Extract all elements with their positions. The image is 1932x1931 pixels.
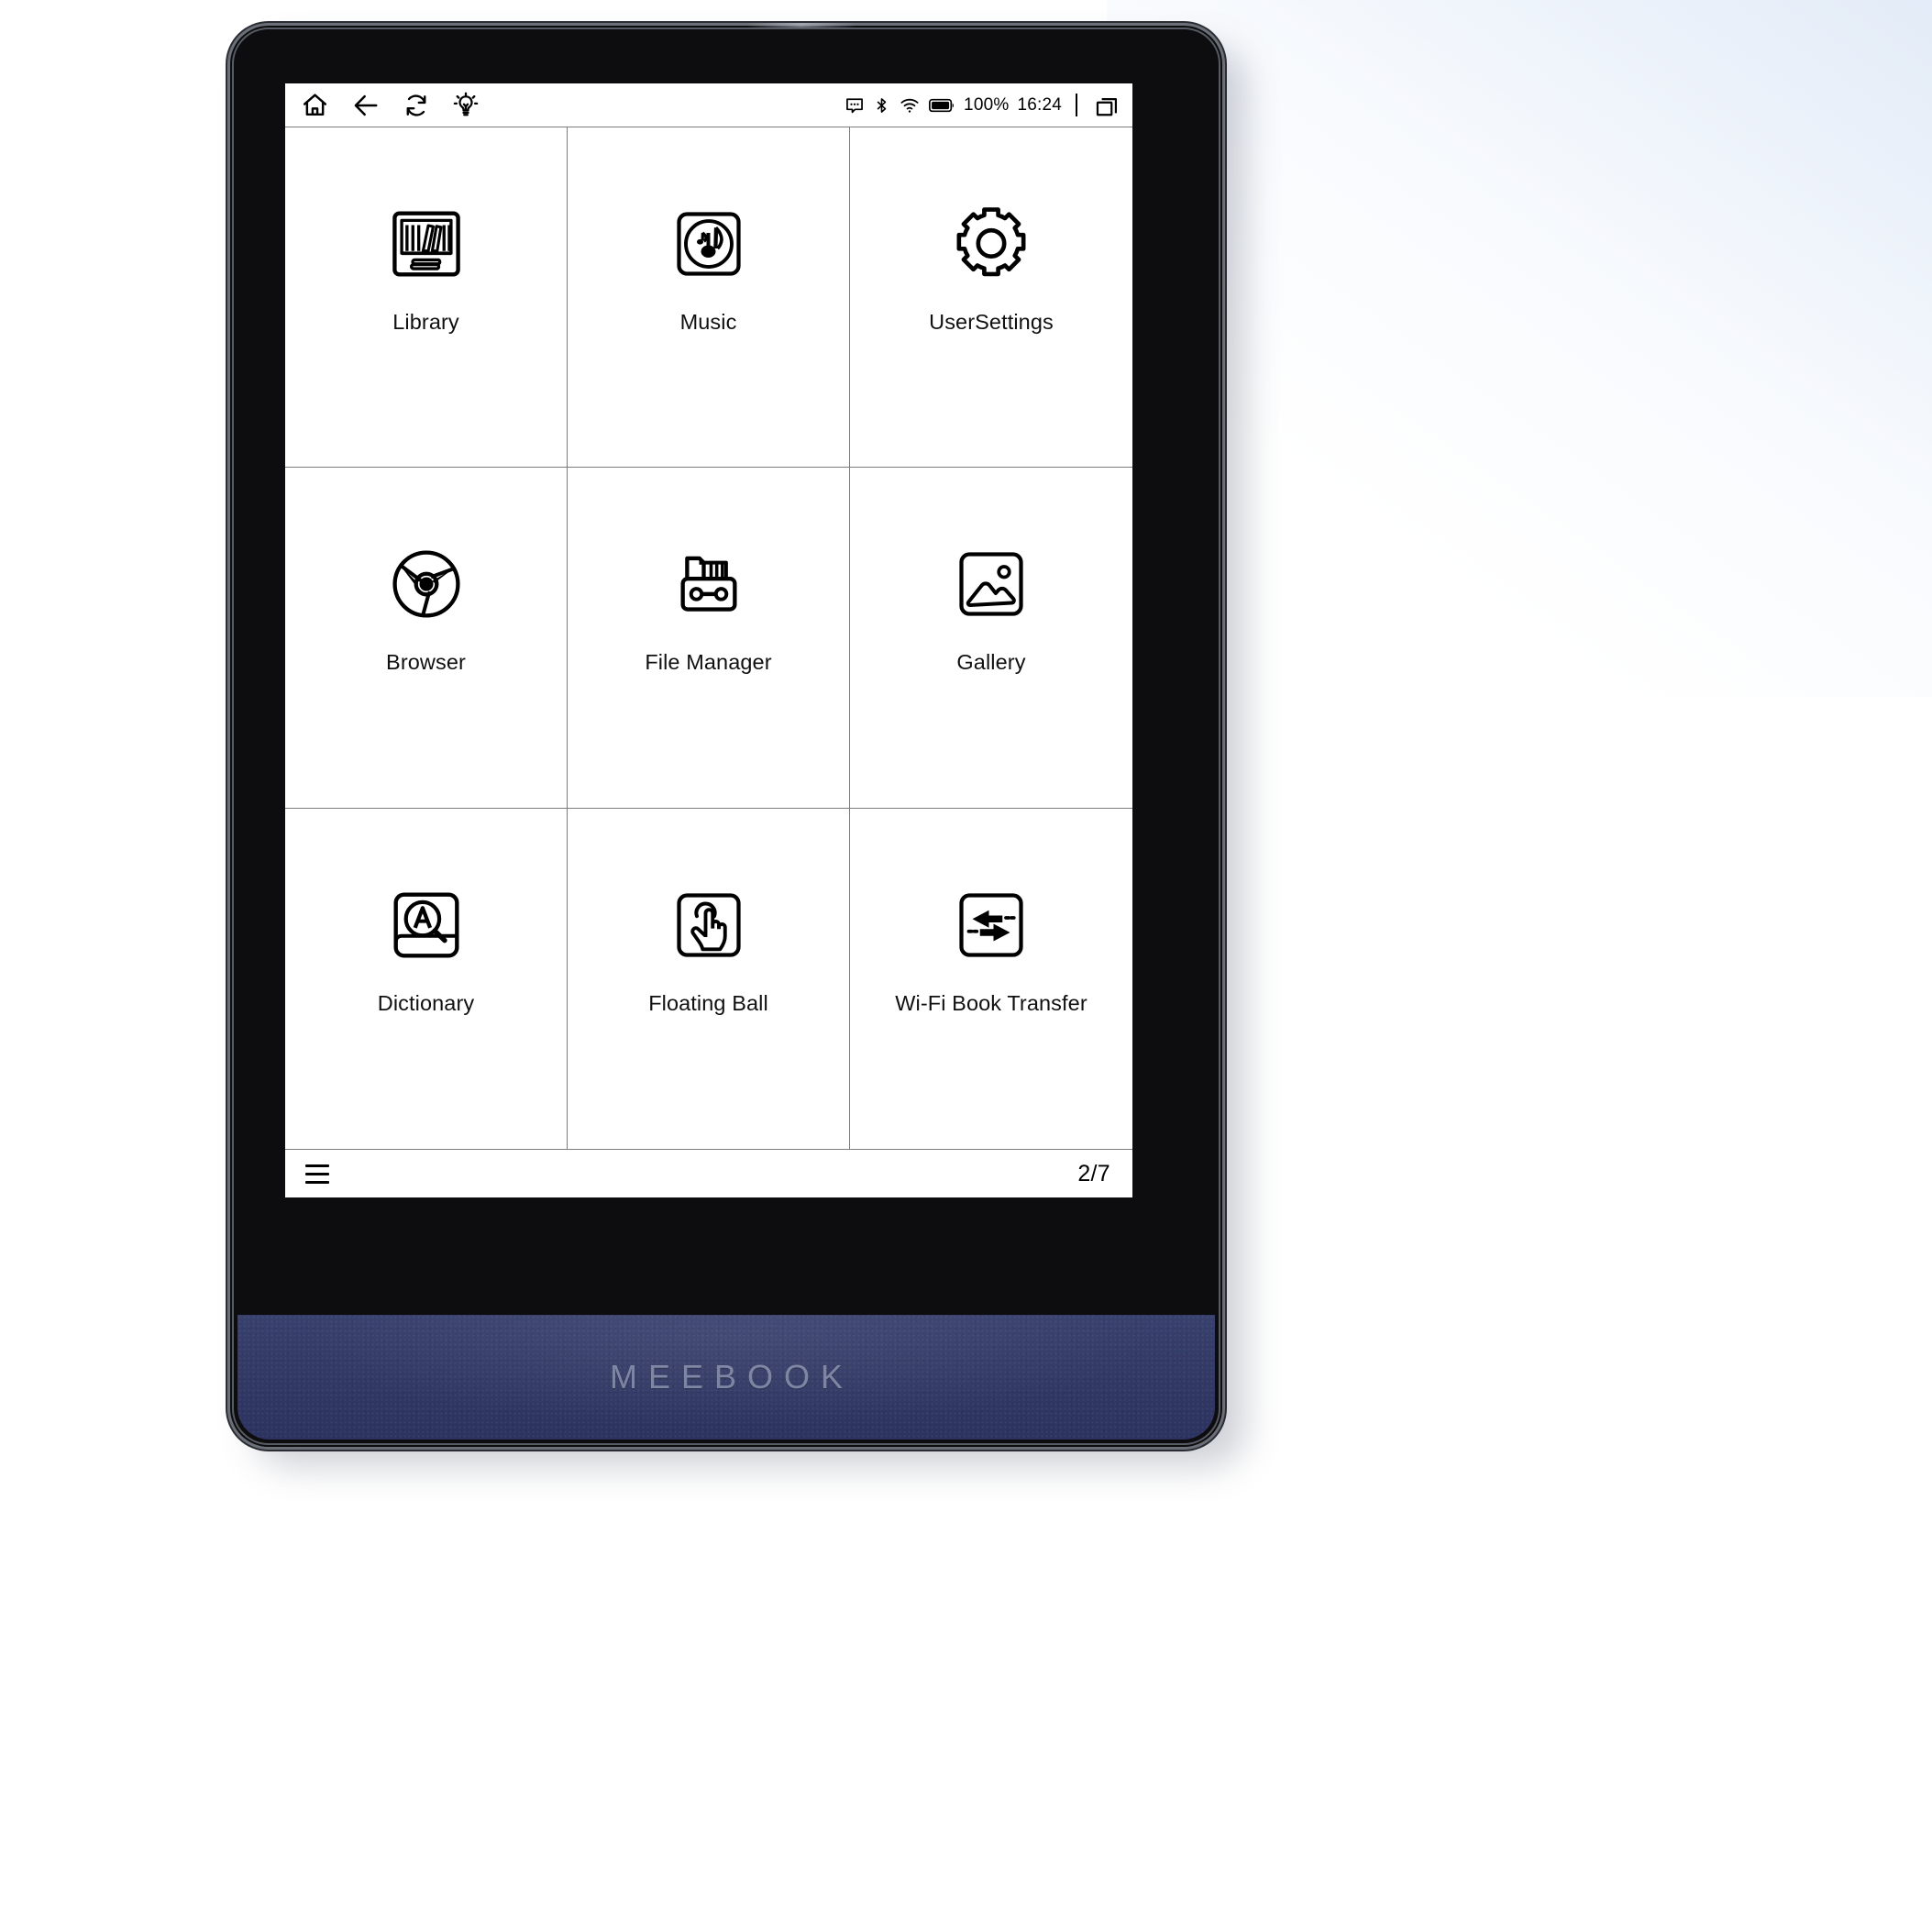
app-tile-music[interactable]: Music	[568, 127, 850, 469]
background-gradient	[1107, 0, 1932, 697]
statusbar-divider	[1076, 94, 1077, 116]
status-bar: 100% 16:24	[285, 83, 1132, 127]
eink-screen: 100% 16:24 Library Music UserSettings Br…	[285, 83, 1132, 1197]
app-tile-library[interactable]: Library	[285, 127, 568, 469]
clock-label: 16:24	[1017, 94, 1062, 115]
app-label: Browser	[386, 650, 466, 675]
two-way-arrows-icon	[945, 879, 1037, 971]
app-label: Wi-Fi Book Transfer	[895, 990, 1087, 1015]
home-icon[interactable]	[301, 91, 329, 119]
status-bar-nav-icons	[301, 91, 480, 120]
app-label: Floating Ball	[648, 990, 768, 1015]
battery-percent-label: 100%	[964, 94, 1010, 115]
app-tile-floating-ball[interactable]: Floating Ball	[568, 808, 850, 1149]
app-label: File Manager	[645, 650, 772, 675]
wifi-icon	[899, 95, 921, 116]
magnifier-a-book-icon	[381, 879, 472, 971]
hamburger-menu-icon[interactable]	[305, 1164, 329, 1184]
bookshelf-icon	[381, 198, 472, 290]
lightbulb-icon[interactable]	[452, 92, 480, 119]
hand-tap-icon	[663, 879, 755, 971]
chrome-browser-icon	[381, 538, 472, 630]
ereader-device: 100% 16:24 Library Music UserSettings Br…	[230, 23, 1222, 1447]
page-indicator: 2/7	[1077, 1160, 1110, 1186]
app-tile-wifi-book-transfer[interactable]: Wi-Fi Book Transfer	[850, 808, 1132, 1149]
app-tile-dictionary[interactable]: Dictionary	[285, 808, 568, 1149]
battery-icon	[929, 97, 955, 114]
back-arrow-icon[interactable]	[351, 91, 381, 120]
app-label: Dictionary	[377, 990, 475, 1015]
bottom-bar: 2/7	[285, 1149, 1132, 1197]
message-bubble-icon	[845, 95, 865, 116]
status-bar-indicators: 100% 16:24	[845, 93, 1120, 118]
brand-logo: MEEBOOK	[609, 1358, 855, 1396]
app-tile-browser[interactable]: Browser	[285, 468, 568, 809]
screenshot-canvas: 100% 16:24 Library Music UserSettings Br…	[0, 0, 1932, 1931]
app-tile-usersettings[interactable]: UserSettings	[850, 127, 1132, 469]
app-grid: Library Music UserSettings Browser File …	[285, 127, 1132, 1149]
app-tile-gallery[interactable]: Gallery	[850, 468, 1132, 809]
app-tile-file-manager[interactable]: File Manager	[568, 468, 850, 809]
refresh-icon[interactable]	[403, 92, 430, 119]
multi-window-icon[interactable]	[1094, 93, 1120, 118]
app-label: Library	[392, 310, 459, 334]
image-mountain-icon	[945, 538, 1037, 630]
device-chin: MEEBOOK	[237, 1315, 1215, 1440]
bluetooth-icon	[873, 95, 890, 116]
file-drawer-icon	[663, 538, 755, 630]
app-label: UserSettings	[929, 310, 1054, 334]
gear-icon	[945, 198, 1037, 290]
bezel-glint	[745, 23, 856, 28]
app-label: Gallery	[956, 650, 1026, 675]
app-label: Music	[679, 310, 737, 334]
music-note-icon	[663, 198, 755, 290]
